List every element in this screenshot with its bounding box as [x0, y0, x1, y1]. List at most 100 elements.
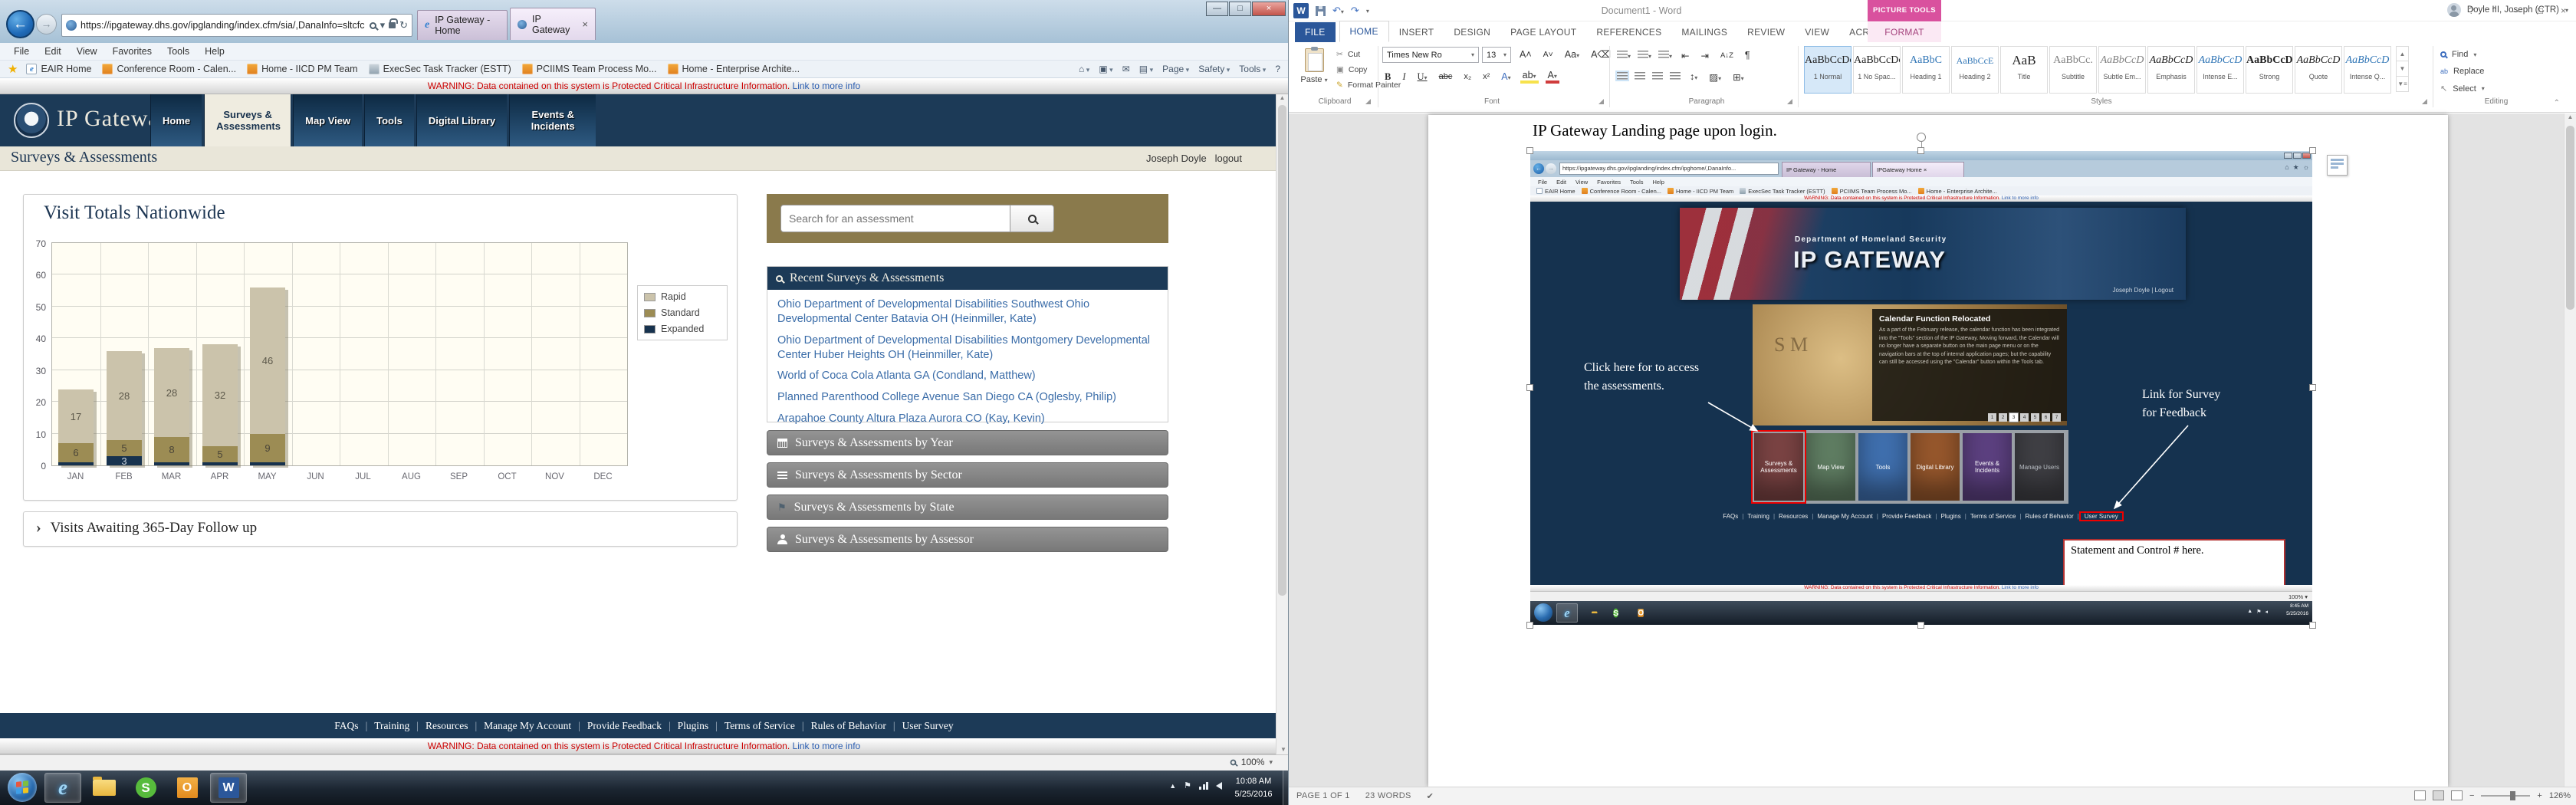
bar-apr[interactable]: 532 [202, 344, 238, 465]
resize-handle-s[interactable] [1917, 622, 1924, 629]
browser-tab-active[interactable]: IP Gateway × [510, 8, 596, 40]
back-button[interactable]: ← [6, 10, 34, 38]
line-spacing-button[interactable]: ↕▾ [1687, 71, 1700, 82]
mail-icon[interactable]: ✉ [1122, 64, 1130, 74]
change-case-button[interactable]: Aa▾ [1562, 49, 1582, 60]
zoom-in-button[interactable]: + [2537, 791, 2542, 800]
web-layout-button[interactable] [2451, 790, 2463, 800]
undo-icon[interactable]: ↶▾ [1332, 5, 1344, 17]
search-icon[interactable] [370, 22, 376, 29]
page-indicator[interactable]: PAGE 1 OF 1 [1296, 791, 1350, 801]
style-strong[interactable]: AaBbCcDStrong [2246, 46, 2293, 94]
word-scrollbar-thumb[interactable] [2566, 126, 2574, 310]
network-icon[interactable] [1199, 782, 1208, 790]
ribbon-tab-home[interactable]: HOME [1339, 21, 1389, 42]
favorites-bar-item[interactable]: Conference Room - Calen... [97, 63, 242, 75]
account-widget[interactable]: Doyle III, Joseph (CTR) ▾ [2447, 3, 2568, 17]
replace-button[interactable]: abReplace [2440, 67, 2484, 76]
footer-link-plugins[interactable]: Plugins [671, 720, 716, 731]
taskbar-app-explorer[interactable] [86, 773, 123, 803]
taskbar-app-word[interactable]: W [210, 773, 247, 803]
nav-tab-map-view[interactable]: Map View [293, 94, 362, 146]
grow-font-button[interactable]: A˄ [1517, 49, 1534, 60]
scrollbar-down-arrow[interactable]: ▼ [1280, 746, 1286, 753]
resize-handle-sw[interactable] [1526, 622, 1533, 629]
qat-customize-icon[interactable]: ▾ [1366, 8, 1369, 15]
save-icon[interactable] [1316, 6, 1326, 16]
menu-item-favorites[interactable]: Favorites [105, 44, 159, 58]
resize-handle-se[interactable] [2309, 622, 2316, 629]
clipboard-dialog-launcher[interactable] [1365, 99, 1371, 104]
menu-item-view[interactable]: View [69, 44, 105, 58]
menu-item-file[interactable]: File [6, 44, 37, 58]
style-heading-2[interactable]: AaBbCcEHeading 2 [1951, 46, 1999, 94]
bar-jan[interactable]: 617 [58, 389, 94, 465]
font-name-select[interactable]: Times New Ro▾ [1382, 47, 1479, 63]
word-count[interactable]: 23 WORDS [1365, 791, 1411, 801]
styles-scroll-down-icon[interactable]: ▼ [2396, 61, 2409, 77]
nav-tab-digital-library[interactable]: Digital Library [416, 94, 507, 146]
favorites-bar-item[interactable]: Home - IICD PM Team [242, 63, 363, 75]
show-marks-button[interactable]: ¶ [1743, 50, 1753, 61]
word-scrollbar[interactable]: ▲ [2564, 113, 2576, 787]
style-quote[interactable]: AaBbCcDQuote [2295, 46, 2342, 94]
start-button[interactable] [8, 773, 37, 802]
zoom-out-button[interactable]: − [2469, 791, 2474, 800]
borders-button[interactable]: ⊞▾ [1730, 71, 1746, 83]
recent-assessment-link[interactable]: Arapahoe County Altura Plaza Aurora CO (… [777, 412, 1158, 426]
ribbon-tab-view[interactable]: VIEW [1795, 22, 1839, 42]
favorites-bar-item[interactable]: PCIIMS Team Process Mo... [517, 63, 662, 75]
shot-menu-item-favorites[interactable]: Favorites [1593, 179, 1625, 186]
align-left-button[interactable] [1617, 70, 1628, 84]
style-subtle-em[interactable]: AaBbCcDSubtle Em... [2098, 46, 2146, 94]
ribbon-tab-insert[interactable]: INSERT [1389, 22, 1444, 42]
menu-item-tools[interactable]: Tools [159, 44, 197, 58]
copy-button[interactable]: ▣Copy [1336, 65, 1367, 74]
ribbon-tab-design[interactable]: DESIGN [1444, 22, 1500, 42]
superscript-button[interactable]: x² [1480, 72, 1492, 81]
recent-assessment-link[interactable]: Ohio Department of Developmental Disabil… [777, 297, 1158, 327]
footer-link-faqs[interactable]: FAQs [327, 720, 365, 731]
home-icon[interactable]: ⌂ [1079, 64, 1089, 74]
favorites-bar-item[interactable]: ExecSec Task Tracker (ESTT) [363, 63, 517, 75]
browser-tab-inactive[interactable]: e IP Gateway - Home [417, 10, 508, 40]
url-text[interactable]: https://ipgateway.dhs.gov/ipglanding/ind… [80, 20, 366, 31]
recent-assessment-link[interactable]: World of Coca Cola Atlanta GA (Condland,… [777, 369, 1158, 383]
shot-menu-item-edit[interactable]: Edit [1552, 179, 1570, 186]
footer-link-resources[interactable]: Resources [419, 720, 475, 731]
styles-dialog-launcher[interactable] [2422, 99, 2427, 104]
close-button[interactable]: × [1252, 2, 1286, 16]
shot-menu-item-tools[interactable]: Tools [1626, 179, 1648, 186]
strikethrough-button[interactable]: abc [1437, 72, 1455, 81]
font-dialog-launcher[interactable] [1598, 99, 1604, 104]
increase-indent-button[interactable]: ⇥ [1699, 50, 1711, 61]
show-desktop-button[interactable] [1283, 770, 1288, 805]
forward-button[interactable]: → [36, 14, 57, 34]
paragraph-dialog-launcher[interactable] [1787, 99, 1792, 104]
italic-button[interactable]: I [1400, 71, 1408, 83]
resize-handle-ne[interactable] [2309, 147, 2316, 154]
favorites-bar-item[interactable]: Home - Enterprise Archite... [662, 63, 806, 75]
redo-icon[interactable]: ↷ [1351, 5, 1359, 17]
footer-link-user-survey[interactable]: User Survey [895, 720, 961, 731]
favorites-star-icon[interactable]: ★ [5, 62, 21, 76]
ribbon-tab-file[interactable]: FILE [1295, 22, 1336, 42]
style-title[interactable]: AaBTitle [2000, 46, 2048, 94]
volume-icon[interactable] [1216, 782, 1222, 790]
nav-tab-tools[interactable]: Tools [364, 94, 414, 146]
ribbon-tab-review[interactable]: REVIEW [1737, 22, 1795, 42]
multilevel-list-button[interactable]: ▾ [1658, 48, 1672, 62]
select-button[interactable]: ↖Select▾ [2440, 84, 2485, 94]
search-input[interactable] [780, 205, 1010, 232]
warning-more-info-link[interactable]: Link to more info [793, 80, 861, 91]
numbering-button[interactable]: ▾ [1638, 48, 1651, 62]
shading-button[interactable]: ▨▾ [1707, 71, 1723, 83]
feeds-icon[interactable]: ▣ [1099, 64, 1112, 74]
bold-button[interactable]: B [1382, 71, 1393, 83]
proofing-icon[interactable]: ✔ [1427, 791, 1434, 801]
footer-link-manage-my-account[interactable]: Manage My Account [477, 720, 578, 731]
tray-expand-icon[interactable]: ▲ [1169, 782, 1176, 790]
subscript-button[interactable]: x₂ [1461, 72, 1474, 81]
align-center-button[interactable] [1635, 70, 1645, 84]
font-color-button[interactable]: A▾ [1546, 70, 1559, 84]
